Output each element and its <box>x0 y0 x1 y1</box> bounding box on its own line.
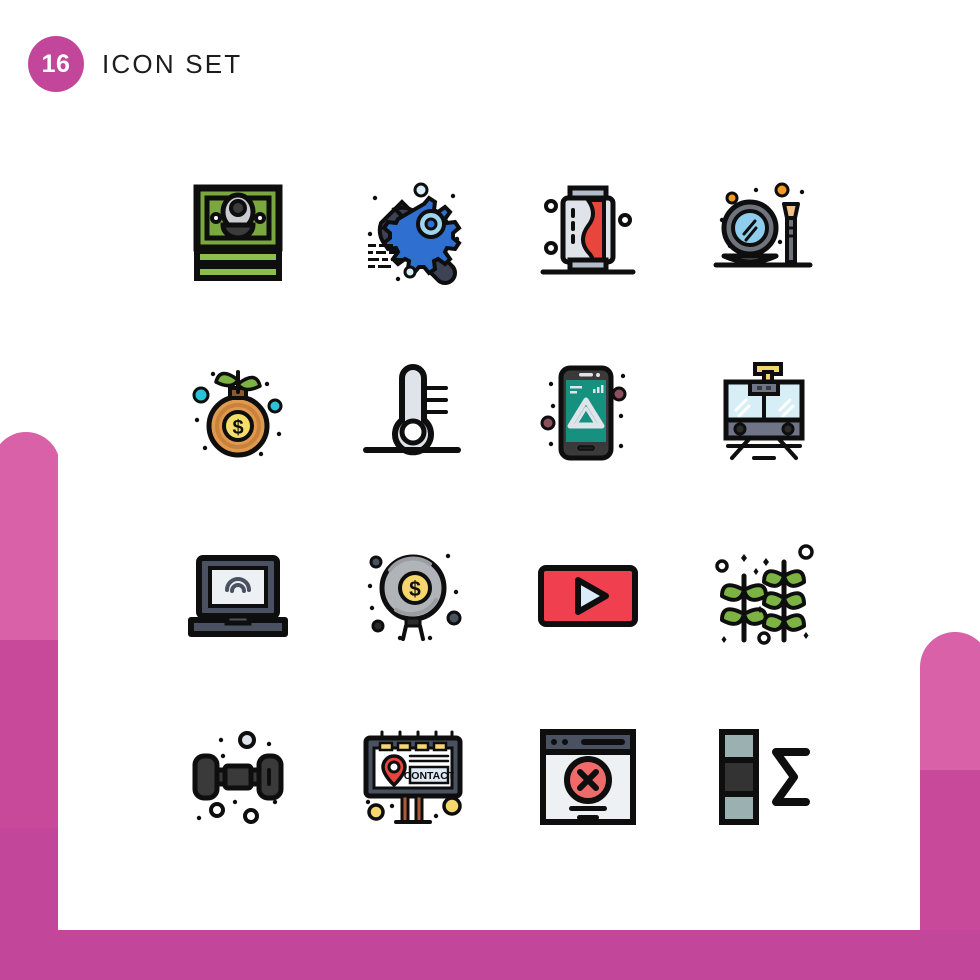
icon-cell-video-play-button[interactable] <box>500 504 675 686</box>
soda-can-drink-icon <box>540 185 635 275</box>
icon-cell-dumbbell-gym-weight[interactable] <box>150 686 325 868</box>
icon-cell-mirror-makeup-brush[interactable] <box>675 140 850 322</box>
sum-sigma-column-icon <box>718 729 810 825</box>
decorative-shape-right <box>920 632 980 980</box>
poster-stage: 16 ICON SET $ $ CONTACT <box>0 0 980 980</box>
icon-cell-laptop-wifi-signal[interactable] <box>150 504 325 686</box>
money-balloon-coin-icon: $ <box>367 553 461 641</box>
decorative-shape-bottom-band <box>0 930 980 980</box>
decorative-shape-left-mid <box>0 640 60 980</box>
tram-train-transport-icon <box>723 362 804 460</box>
plants-crops-farm-icon <box>714 544 814 645</box>
icon-cell-billboard-contact-sign[interactable]: CONTACT <box>325 686 500 868</box>
icon-count-badge: 16 <box>28 36 84 92</box>
icon-cell-sum-sigma-column[interactable] <box>675 686 850 868</box>
icon-cell-wrench-gear-settings[interactable] <box>325 140 500 322</box>
svg-text:$: $ <box>232 417 243 439</box>
icon-count-value: 16 <box>41 49 71 78</box>
video-play-button-icon <box>537 565 638 627</box>
icon-cell-plants-crops-farm[interactable] <box>675 504 850 686</box>
money-cash-stack-icon <box>193 184 282 281</box>
mobile-app-triangle-icon <box>540 365 626 461</box>
icon-cell-money-plant-growth[interactable]: $ <box>150 322 325 504</box>
icon-cell-soda-can-drink[interactable] <box>500 140 675 322</box>
laptop-wifi-signal-icon <box>187 555 288 637</box>
thermometer-temperature-icon <box>362 364 461 456</box>
svg-text:$: $ <box>409 578 421 601</box>
icon-cell-thermometer-temperature[interactable] <box>325 322 500 504</box>
decorative-shape-left-bottom <box>0 828 60 980</box>
icon-grid: $ $ CONTACT <box>150 140 850 868</box>
icon-cell-tram-train-transport[interactable] <box>675 322 850 504</box>
icon-cell-money-cash-stack[interactable] <box>150 140 325 322</box>
decorative-shape-left <box>0 432 60 980</box>
wrench-gear-settings-icon <box>367 182 462 285</box>
icon-cell-mobile-app-triangle[interactable] <box>500 322 675 504</box>
dumbbell-gym-weight-icon <box>192 731 283 824</box>
header: 16 ICON SET <box>28 36 242 92</box>
mirror-makeup-brush-icon <box>713 182 812 268</box>
billboard-contact-sign-icon: CONTACT <box>363 730 462 824</box>
browser-error-window-icon <box>539 729 636 825</box>
money-plant-growth-icon: $ <box>192 370 282 458</box>
page-title: ICON SET <box>102 48 243 79</box>
icon-cell-money-balloon-coin[interactable]: $ <box>325 504 500 686</box>
icon-cell-browser-error-window[interactable] <box>500 686 675 868</box>
billboard-contact-label: CONTACT <box>403 770 454 782</box>
decorative-shape-right-lower <box>920 770 980 980</box>
